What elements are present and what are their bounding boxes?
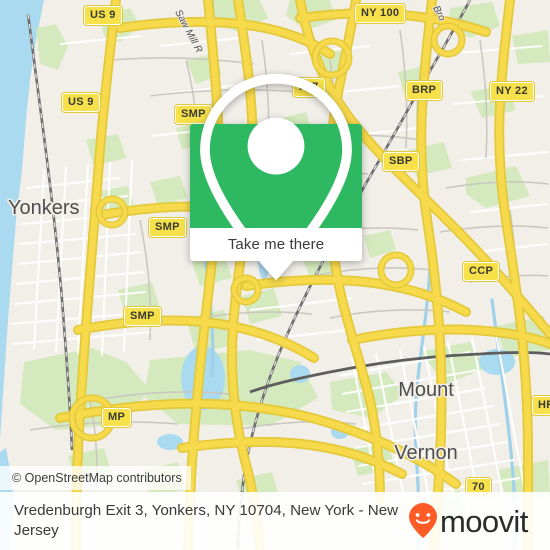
popup-header	[190, 73, 362, 281]
road-shield-ny-100[interactable]: NY 100	[353, 3, 407, 24]
place-label-mount-vernon-line1: Mount	[398, 379, 454, 401]
take-me-there-label: Take me there	[227, 236, 325, 253]
moovit-map-screen: Yonkers Mount Vernon Saw Mill R Bro US 9…	[0, 0, 550, 550]
map-canvas[interactable]: Yonkers Mount Vernon Saw Mill R Bro US 9…	[0, 0, 550, 550]
road-shield-us-9-north[interactable]: US 9	[83, 5, 123, 26]
road-shield-smp-south[interactable]: SMP	[123, 306, 162, 327]
location-popup-card[interactable]: Take me there	[190, 73, 362, 281]
moovit-pin-icon	[409, 503, 437, 538]
place-label-yonkers: Yonkers	[8, 197, 80, 219]
moovit-wordmark: moovit	[440, 503, 528, 539]
bottom-info-bar: Vredenburgh Exit 3, Yonkers, NY 10704, N…	[0, 492, 550, 550]
road-shield-smp-mid[interactable]: SMP	[148, 217, 187, 238]
road-shield-sbp[interactable]: SBP	[382, 151, 420, 172]
road-shield-us-9-south[interactable]: US 9	[61, 92, 101, 113]
map-pin-icon	[200, 73, 352, 281]
place-label-mount-vernon: Mount Vernon	[378, 338, 474, 506]
location-title: Vredenburgh Exit 3, Yonkers, NY 10704, N…	[14, 502, 399, 539]
road-shield-ny-22[interactable]: NY 22	[489, 81, 535, 102]
moovit-logo[interactable]: moovit	[408, 502, 546, 540]
popup-pointer-tail	[261, 261, 283, 273]
road-shield-hrp[interactable]: HRP	[530, 395, 550, 416]
road-shield-mp[interactable]: MP	[100, 407, 133, 428]
road-shield-ccp[interactable]: CCP	[461, 261, 501, 282]
road-shield-brp[interactable]: BRP	[404, 80, 444, 101]
place-label-mount-vernon-line2: Vernon	[394, 442, 458, 464]
map-attribution[interactable]: © OpenStreetMap contributors	[0, 466, 191, 490]
